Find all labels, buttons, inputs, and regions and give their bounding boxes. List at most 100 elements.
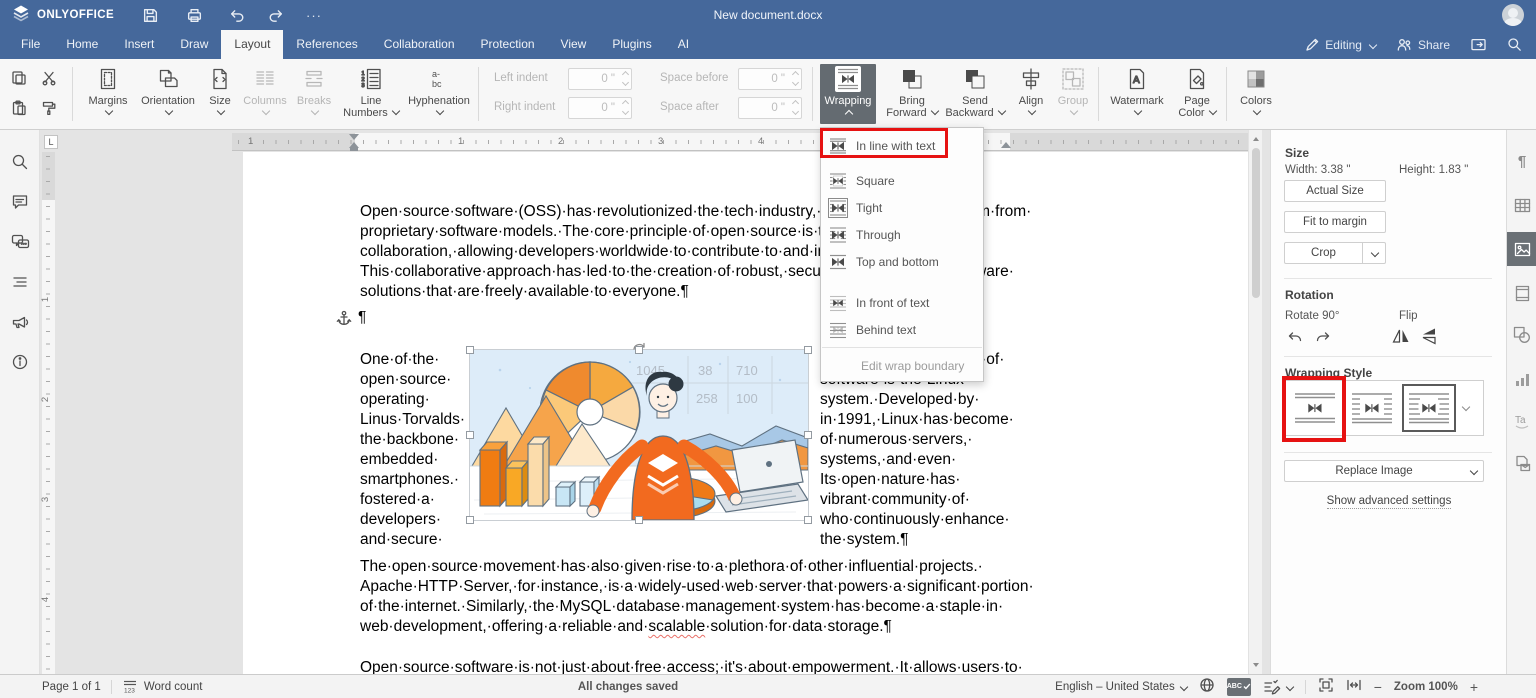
resize-handle-se[interactable] [804, 516, 812, 524]
share-button[interactable]: Share [1396, 37, 1450, 52]
send-backward-button[interactable]: Send Backward [944, 64, 1006, 124]
fit-page-button[interactable] [1318, 677, 1334, 696]
vertical-ruler[interactable]: 1 2 3 4 [40, 152, 55, 674]
bring-forward-button[interactable]: Bring Forward [884, 64, 940, 124]
print-button[interactable] [180, 4, 208, 26]
size-button[interactable]: Size [202, 64, 238, 124]
wrap-menu-item-topbottom[interactable]: Top and bottom [821, 248, 983, 275]
user-avatar[interactable] [1502, 4, 1524, 26]
zoom-in-button[interactable]: + [1470, 679, 1478, 695]
horizontal-ruler[interactable]: 1 1 2 3 4 [232, 133, 1248, 151]
resize-handle-ne[interactable] [804, 346, 812, 354]
rotate-ccw-button[interactable] [1283, 328, 1307, 348]
wrap-style-tight-button[interactable] [1402, 384, 1456, 432]
find-button[interactable] [10, 152, 30, 172]
tab-view[interactable]: View [548, 30, 600, 59]
crop-dropdown-arrow[interactable] [1362, 243, 1385, 263]
wrap-menu-item-inline[interactable]: In line with text [821, 132, 983, 159]
track-changes-button[interactable] [1263, 679, 1294, 695]
resize-handle-w[interactable] [466, 431, 474, 439]
page-color-button[interactable]: Page Color [1172, 64, 1222, 124]
hyphenation-button[interactable]: a-bc Hyphenation [406, 64, 472, 124]
tab-home[interactable]: Home [53, 30, 111, 59]
redo-button[interactable] [262, 4, 290, 26]
wrap-menu-item-infront[interactable]: In front of text [821, 289, 983, 316]
zoom-out-button[interactable]: − [1374, 679, 1382, 695]
rotate-cw-button[interactable] [1311, 328, 1335, 348]
wrap-style-inline-button[interactable] [1288, 384, 1342, 432]
open-file-location-button[interactable] [1470, 37, 1487, 52]
resize-handle-sw[interactable] [466, 516, 474, 524]
navigation-button[interactable] [10, 272, 30, 292]
table-settings-button[interactable] [1507, 188, 1536, 222]
feedback-button[interactable] [10, 312, 30, 332]
left-indent-marker[interactable] [350, 148, 358, 151]
copy-button[interactable] [8, 67, 30, 89]
tab-draw[interactable]: Draw [167, 30, 221, 59]
spellcheck-button[interactable]: ABC [1226, 677, 1251, 696]
show-advanced-settings-link[interactable]: Show advanced settings [1271, 495, 1507, 509]
document-image[interactable]: 1045 38 710 258 100 [466, 342, 812, 524]
scroll-up-button[interactable] [1249, 132, 1262, 146]
fit-to-margin-button[interactable]: Fit to margin [1284, 211, 1386, 233]
orientation-button[interactable]: Orientation [138, 64, 198, 124]
crop-button[interactable]: Crop [1284, 242, 1386, 264]
resize-handle-s[interactable] [635, 516, 643, 524]
tab-protection[interactable]: Protection [468, 30, 548, 59]
search-button[interactable] [1507, 37, 1522, 52]
editing-mode-button[interactable]: Editing [1305, 38, 1378, 52]
undo-button[interactable] [222, 4, 250, 26]
right-indent-marker[interactable] [1001, 142, 1011, 148]
document-scrollbar[interactable] [1248, 130, 1262, 674]
flip-vertical-button[interactable] [1417, 326, 1441, 346]
tab-references[interactable]: References [283, 30, 370, 59]
scroll-down-button[interactable] [1249, 658, 1262, 672]
margins-button[interactable]: Margins [82, 64, 134, 124]
comments-button[interactable] [10, 192, 30, 212]
tab-layout[interactable]: Layout [221, 30, 284, 59]
text-art-settings-button[interactable]: Ta [1507, 404, 1536, 438]
save-button[interactable] [136, 4, 164, 26]
set-language-button[interactable] [1199, 677, 1215, 696]
watermark-button[interactable]: A Watermark [1106, 64, 1168, 124]
paste-button[interactable] [8, 97, 30, 119]
page-number-indicator[interactable]: Page 1 of 1 [42, 681, 101, 693]
align-button[interactable]: Align [1012, 64, 1050, 124]
flip-horizontal-button[interactable] [1389, 326, 1413, 346]
resize-handle-n[interactable] [635, 346, 643, 354]
wrap-style-gallery-expand[interactable] [1461, 399, 1471, 417]
wrap-menu-item-tight[interactable]: Tight [821, 194, 983, 221]
format-painter-button[interactable] [38, 97, 60, 119]
wrap-menu-item-behind[interactable]: Behind text [821, 316, 983, 343]
line-numbers-button[interactable]: 123 Line Numbers [340, 64, 402, 124]
header-footer-settings-button[interactable] [1507, 276, 1536, 310]
cut-button[interactable] [38, 67, 60, 89]
resize-handle-nw[interactable] [466, 346, 474, 354]
replace-image-button[interactable]: Replace Image [1284, 460, 1484, 482]
actual-size-button[interactable]: Actual Size [1284, 180, 1386, 202]
fit-width-button[interactable] [1346, 677, 1362, 696]
tab-file[interactable]: File [8, 30, 53, 59]
paragraph-settings-button[interactable]: ¶ [1507, 144, 1536, 178]
wrapping-button[interactable]: Wrapping [820, 64, 876, 124]
colors-button[interactable]: Colors [1234, 64, 1278, 124]
wrap-style-square-button[interactable] [1345, 384, 1399, 432]
more-actions-button[interactable]: ··· [300, 4, 328, 26]
tab-stop-selector[interactable]: L [44, 135, 58, 149]
image-settings-button[interactable] [1507, 232, 1536, 266]
tab-ai[interactable]: AI [665, 30, 702, 59]
tab-collaboration[interactable]: Collaboration [371, 30, 468, 59]
mail-merge-settings-button[interactable] [1507, 446, 1536, 480]
wrap-menu-item-through[interactable]: Through [821, 221, 983, 248]
chat-button[interactable] [10, 232, 30, 252]
shape-settings-button[interactable] [1507, 318, 1536, 352]
resize-handle-e[interactable] [804, 431, 812, 439]
zoom-level-indicator[interactable]: Zoom 100% [1394, 681, 1458, 693]
about-button[interactable] [10, 352, 30, 372]
chart-settings-button[interactable] [1507, 362, 1536, 396]
first-line-indent-marker[interactable] [349, 134, 359, 140]
language-selector[interactable]: English – United States [1055, 681, 1188, 693]
word-count-button[interactable]: 123 Word count [122, 679, 202, 694]
tab-insert[interactable]: Insert [111, 30, 167, 59]
tab-plugins[interactable]: Plugins [599, 30, 664, 59]
